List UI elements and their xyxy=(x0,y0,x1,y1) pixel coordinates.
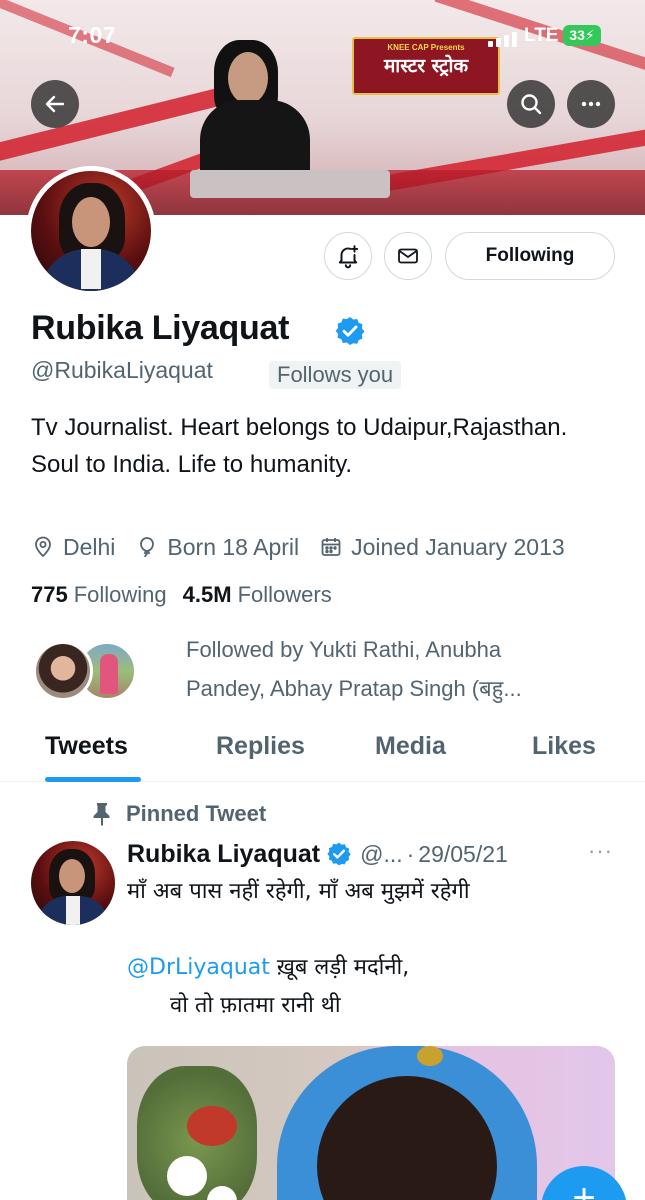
tweet-line: वो तो फ़ातमा रानी थी xyxy=(170,993,341,1018)
balloon-icon xyxy=(140,537,155,558)
network-label: LTE xyxy=(524,25,559,46)
following-button[interactable]: Following xyxy=(445,232,615,280)
battery-level: 33 xyxy=(569,27,585,43)
profile-avatar[interactable] xyxy=(26,166,156,296)
tweet-author-avatar[interactable] xyxy=(31,841,115,925)
banner-desk xyxy=(190,170,390,198)
followers-count-link[interactable]: 4.5M Followers xyxy=(183,582,332,608)
location-text: Delhi xyxy=(63,533,116,560)
tab-media[interactable]: Media xyxy=(375,732,446,761)
display-name: Rubika Liyaquat xyxy=(31,309,290,347)
following-count: 775 xyxy=(31,582,68,607)
birthday-item: Born 18 April xyxy=(135,534,299,561)
verified-badge-icon xyxy=(327,842,351,866)
location-pin-icon xyxy=(35,536,51,558)
profile-meta: Delhi Born 18 April Joined January 2013 xyxy=(31,531,585,563)
message-button[interactable] xyxy=(384,232,432,280)
show-title: मास्टर स्ट्रोक xyxy=(383,55,469,77)
tab-likes[interactable]: Likes xyxy=(532,732,596,761)
battery-icon: 33⚡ xyxy=(563,25,601,46)
avatar-image xyxy=(31,171,151,291)
tweet-line-text: ख़ूब लड़ी मर्दानी, xyxy=(269,955,410,980)
calendar-icon xyxy=(321,538,341,556)
mutual-followers-avatars[interactable] xyxy=(33,641,137,701)
tab-tweets[interactable]: Tweets xyxy=(45,732,128,761)
pin-icon xyxy=(93,803,110,826)
tweet-line: @DrLiyaquat ख़ूब लड़ी मर्दानी, xyxy=(127,949,617,987)
notifications-button[interactable] xyxy=(324,232,372,280)
followed-by-text[interactable]: Followed by Yukti Rathi, Anubha Pandey, … xyxy=(186,630,586,708)
banner-anchor-face xyxy=(228,52,268,104)
followers-count: 4.5M xyxy=(182,582,232,607)
active-tab-indicator xyxy=(45,777,141,782)
tweet-separator: · xyxy=(406,840,415,867)
arrow-left-icon xyxy=(45,95,65,113)
tweet-text: माँ अब पास नहीं रहेगी, माँ अब मुझमें रहे… xyxy=(127,873,617,1025)
bell-plus-icon xyxy=(338,245,359,269)
following-label: Following xyxy=(73,582,167,607)
followers-label: Followers xyxy=(237,582,332,607)
status-bar: 7:07 LTE 33⚡ xyxy=(0,22,645,54)
following-count-link[interactable]: 775 Following xyxy=(31,582,167,608)
location-item: Delhi xyxy=(31,534,115,561)
profile-handle: @RubikaLiyaquat xyxy=(31,357,213,383)
tweet-author-name[interactable]: Rubika Liyaquat xyxy=(127,840,320,869)
avatar xyxy=(33,641,93,701)
tweet-more-icon[interactable]: ··· xyxy=(588,838,613,864)
tweet-author-handle[interactable]: @... xyxy=(360,841,403,868)
more-horizontal-icon xyxy=(581,101,601,107)
search-button[interactable] xyxy=(507,80,555,128)
profile-bio: Tv Journalist. Heart belongs to Udaipur,… xyxy=(31,414,568,478)
pinned-label: Pinned Tweet xyxy=(126,801,267,826)
envelope-icon xyxy=(398,248,418,264)
pinned-label-row: Pinned Tweet xyxy=(92,801,266,827)
tweet-line: माँ अब पास नहीं रहेगी, माँ अब मुझमें रहे… xyxy=(127,879,470,904)
profile-tabs: Tweets Replies Media Likes xyxy=(0,722,645,782)
tweet-mention-link[interactable]: @DrLiyaquat xyxy=(127,955,270,980)
tweet-media-image[interactable] xyxy=(127,1046,615,1200)
follows-you-badge: Follows you xyxy=(269,361,402,389)
joined-item: Joined January 2013 xyxy=(319,534,565,561)
plus-icon: + xyxy=(572,1176,596,1200)
status-time: 7:07 xyxy=(68,22,117,48)
birthday-text: Born 18 April xyxy=(167,533,300,560)
tweet-date[interactable]: 29/05/21 xyxy=(418,841,508,868)
tab-replies[interactable]: Replies xyxy=(216,732,305,761)
verified-badge-icon xyxy=(335,317,365,345)
signal-icon xyxy=(488,31,518,47)
more-button[interactable] xyxy=(567,80,615,128)
joined-text: Joined January 2013 xyxy=(351,533,565,560)
tweet-header: Rubika Liyaquat @... · 29/05/21 xyxy=(127,838,508,870)
search-icon xyxy=(521,94,542,115)
follow-counts: 775 Following 4.5M Followers xyxy=(31,582,348,608)
back-button[interactable] xyxy=(31,80,79,128)
